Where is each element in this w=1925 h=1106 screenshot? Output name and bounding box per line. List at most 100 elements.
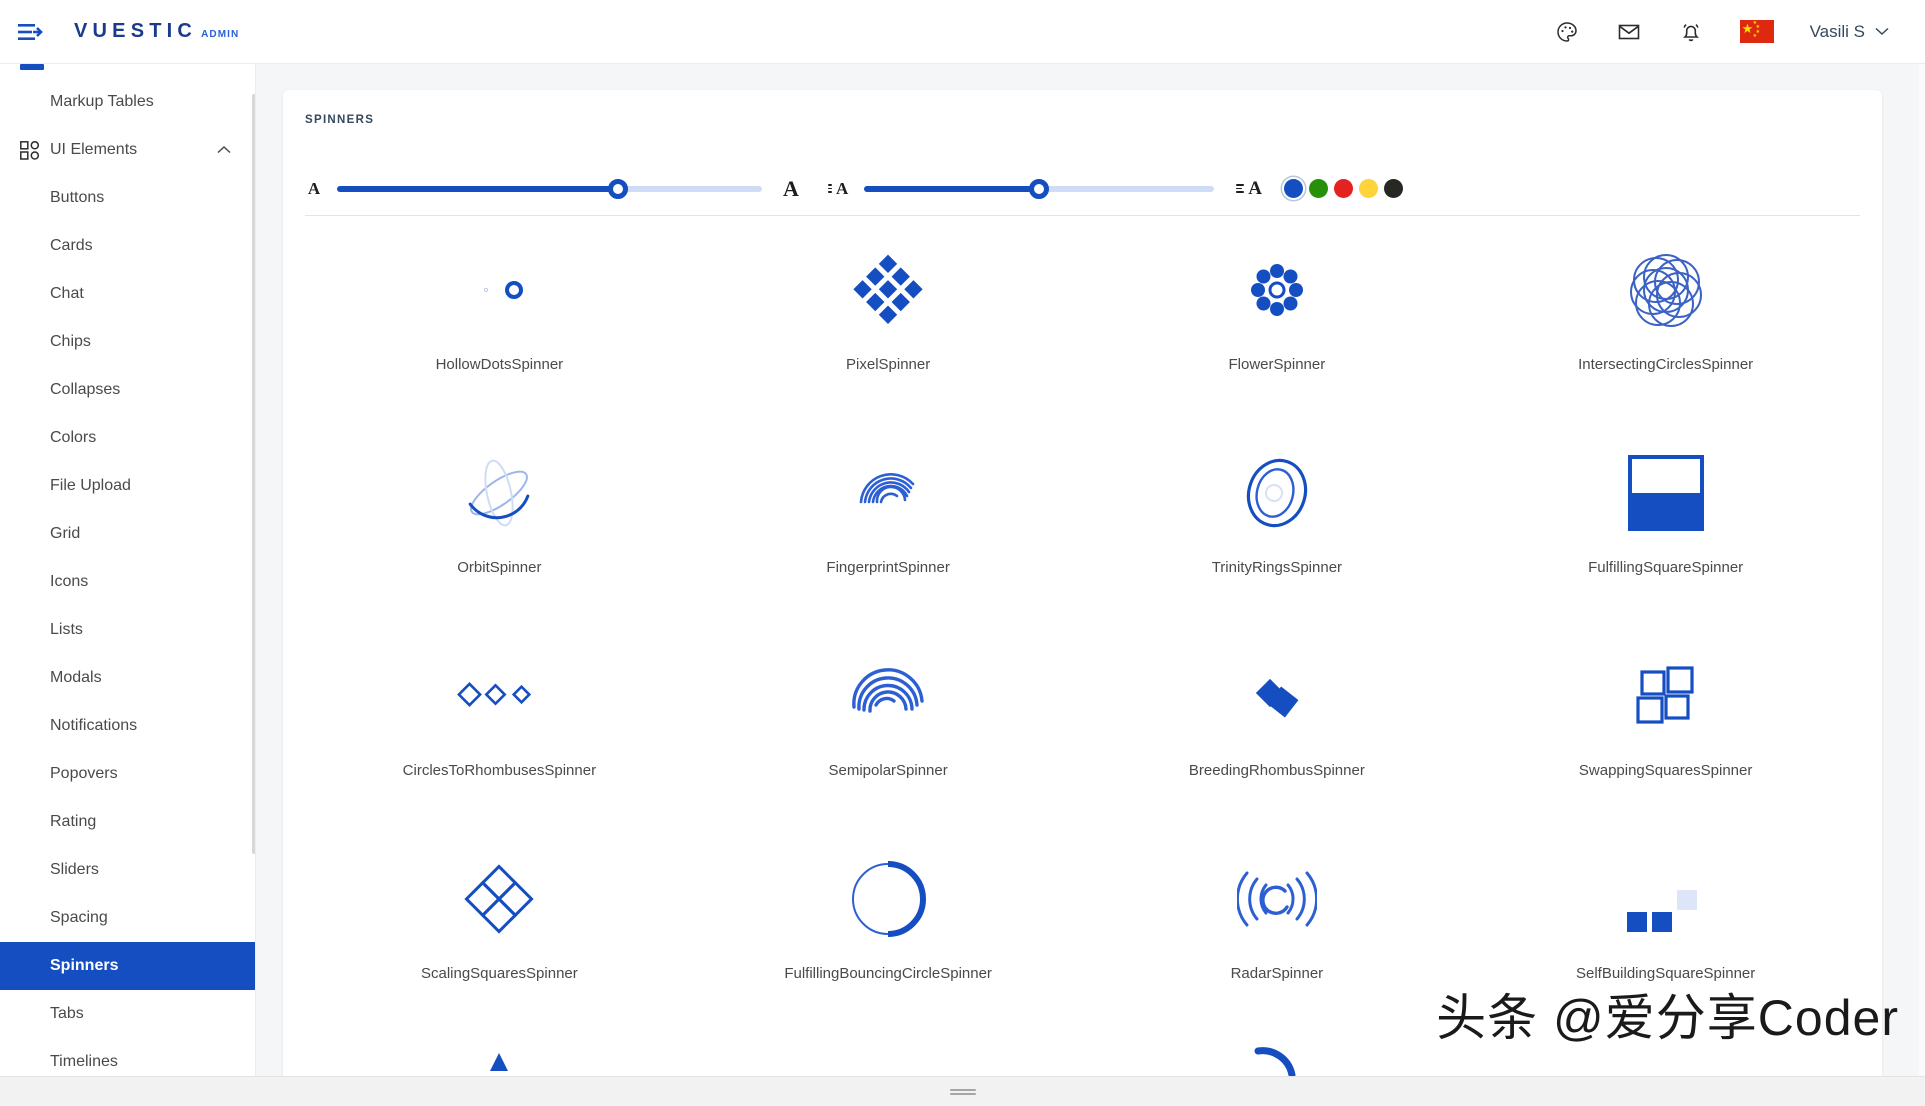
sidebar-item-grid[interactable]: Grid — [0, 510, 255, 558]
spinner-cell[interactable]: FlowerSpinner — [1083, 230, 1472, 433]
spinner-cell[interactable]: FulfillingSquareSpinner — [1471, 433, 1860, 636]
color-swatch-dark[interactable] — [1384, 179, 1404, 198]
sidebar-item-markup-tables[interactable]: Markup Tables — [0, 78, 255, 126]
sidebar-item-modals[interactable]: Modals — [0, 654, 255, 702]
spinner-label: CirclesToRhombusesSpinner — [402, 762, 597, 779]
semipolar-spinner-art — [849, 636, 927, 756]
size-slider-max-label: A — [783, 175, 799, 201]
spinner-label: IntersectingCirclesSpinner — [1578, 356, 1754, 373]
spinner-cell[interactable]: SemipolarSpinner — [694, 636, 1083, 839]
sidebar-item-chat[interactable]: Chat — [0, 270, 255, 318]
intersecting-circles-spinner-art — [1624, 230, 1708, 350]
spinner-cell[interactable]: OrbitSpinner — [305, 433, 694, 636]
page-title: SPINNERS — [305, 114, 375, 126]
orbit-spinner-art — [458, 433, 540, 553]
chevron-up-icon — [217, 141, 231, 159]
sidebar-item-collapses[interactable]: Collapses — [0, 366, 255, 414]
sidebar-item-notifications[interactable]: Notifications — [0, 702, 255, 750]
sidebar-item-rating[interactable]: Rating — [0, 798, 255, 846]
radar-spinner-art — [1236, 839, 1317, 959]
sidebar-item-chips[interactable]: Chips — [0, 318, 255, 366]
color-swatch-danger[interactable] — [1334, 179, 1354, 198]
fulfilling-bouncing-circle-spinner-art — [847, 839, 929, 959]
brand-name: VUESTIC — [74, 20, 198, 42]
large-lines-icon: A — [1236, 178, 1262, 200]
swapping-squares-spinner-art — [1628, 636, 1704, 756]
window-resize-handle[interactable] — [0, 1076, 1925, 1106]
spinner-grid: HollowDotsSpinner PixelSpinner FlowerSpi… — [305, 230, 1860, 1090]
spinner-label: OrbitSpinner — [457, 559, 542, 576]
brand-logo[interactable]: VUESTIC ADMIN — [74, 20, 239, 43]
sidebar-item-label: Chips — [50, 333, 91, 350]
content-scrollbar[interactable] — [1919, 64, 1925, 1106]
sidebar-item-spinners[interactable]: Spinners — [0, 942, 255, 990]
spinner-label: SemipolarSpinner — [828, 762, 948, 779]
spinner-label: HollowDotsSpinner — [435, 356, 564, 373]
bell-icon[interactable] — [1678, 19, 1704, 45]
spinner-thickness-slider[interactable] — [864, 178, 1215, 199]
brand-suffix: ADMIN — [201, 29, 240, 40]
hamburger-icon[interactable] — [14, 15, 48, 49]
spinner-label: FlowerSpinner — [1228, 356, 1326, 373]
spinner-label: SwappingSquaresSpinner — [1578, 762, 1753, 779]
sidebar-item-icons[interactable]: Icons — [0, 558, 255, 606]
sidebar-scrollbar[interactable] — [252, 64, 255, 1106]
spinner-cell[interactable]: IntersectingCirclesSpinner — [1471, 230, 1860, 433]
flower-spinner-art — [1241, 230, 1313, 350]
sidebar-item-label: Popovers — [50, 765, 118, 782]
sidebar-item-file-upload[interactable]: File Upload — [0, 462, 255, 510]
sidebar-item-label: Chat — [50, 285, 84, 302]
size-slider-knob[interactable] — [607, 178, 628, 199]
color-swatch-warning[interactable] — [1359, 179, 1379, 198]
sidebar-item-label: Spinners — [50, 957, 119, 974]
spinner-cell[interactable]: ScalingSquaresSpinner — [305, 839, 694, 1042]
spinner-label: SelfBuildingSquareSpinner — [1575, 965, 1756, 982]
self-building-square-spinner-art — [1626, 839, 1706, 959]
sidebar-item-popovers[interactable]: Popovers — [0, 750, 255, 798]
spinner-size-slider[interactable] — [337, 178, 762, 199]
spinner-label: PixelSpinner — [846, 356, 931, 373]
spinner-cell[interactable]: FulfillingBouncingCircleSpinner — [694, 839, 1083, 1042]
spinner-controls-toolbar: A A A A — [305, 162, 1860, 216]
spinner-cell[interactable]: CirclesToRhombusesSpinner — [305, 636, 694, 839]
spinner-cell[interactable]: SwappingSquaresSpinner — [1471, 636, 1860, 839]
spinner-cell[interactable]: HollowDotsSpinner — [305, 230, 694, 433]
sidebar-item-spacing[interactable]: Spacing — [0, 894, 255, 942]
sidebar-item-tabs[interactable]: Tabs — [0, 990, 255, 1038]
spinner-label: FulfillingSquareSpinner — [1588, 559, 1744, 576]
sidebar-nav: Markup Tables UI Elements Buttons Cards … — [0, 64, 255, 1086]
sidebar-scrollbar-thumb[interactable] — [252, 94, 255, 854]
color-swatch-primary[interactable] — [1284, 179, 1304, 198]
sidebar-item-label: Modals — [50, 669, 102, 686]
sidebar-item-label: Lists — [50, 621, 83, 638]
sidebar-item-cards[interactable]: Cards — [0, 222, 255, 270]
spinner-label: BreedingRhombusSpinner — [1188, 762, 1365, 779]
spinner-cell[interactable]: SelfBuildingSquareSpinner — [1471, 839, 1860, 1042]
sidebar-item-label: Notifications — [50, 717, 138, 734]
sidebar-item-label: Buttons — [50, 189, 105, 206]
sidebar-item-label: Tabs — [50, 1005, 84, 1022]
sidebar-item-lists[interactable]: Lists — [0, 606, 255, 654]
spinner-cell[interactable]: FingerprintSpinner — [694, 433, 1083, 636]
breeding-rhombus-spinner-art — [1242, 636, 1312, 756]
app-root: VUESTIC ADMIN ★ ★ ★ ★ ★ Vasili S Markup … — [0, 0, 1925, 1106]
sidebar-item-buttons[interactable]: Buttons — [0, 174, 255, 222]
spinner-cell[interactable]: TrinityRingsSpinner — [1083, 433, 1472, 636]
sidebar-item-label: Spacing — [50, 909, 108, 926]
spinner-cell[interactable]: BreedingRhombusSpinner — [1083, 636, 1472, 839]
mail-icon[interactable] — [1616, 19, 1642, 45]
ui-elements-icon — [18, 139, 40, 161]
sidebar-item-colors[interactable]: Colors — [0, 414, 255, 462]
sidebar-item-label: UI Elements — [50, 141, 138, 158]
spinner-cell[interactable]: RadarSpinner — [1083, 839, 1472, 1042]
color-swatch-success[interactable] — [1309, 179, 1329, 198]
china-flag-icon[interactable]: ★ ★ ★ ★ ★ — [1739, 20, 1774, 43]
palette-icon[interactable] — [1554, 19, 1580, 45]
spinner-cell[interactable]: PixelSpinner — [694, 230, 1083, 433]
spinner-label: TrinityRingsSpinner — [1211, 559, 1343, 576]
thickness-slider-knob[interactable] — [1029, 178, 1050, 199]
sidebar-item-sliders[interactable]: Sliders — [0, 846, 255, 894]
user-menu[interactable]: Vasili S — [1810, 22, 1889, 42]
spinners-card: SPINNERS A A A A HollowDotsSpinner Pixel… — [283, 90, 1882, 1104]
sidebar-item-ui-elements[interactable]: UI Elements — [0, 126, 255, 174]
